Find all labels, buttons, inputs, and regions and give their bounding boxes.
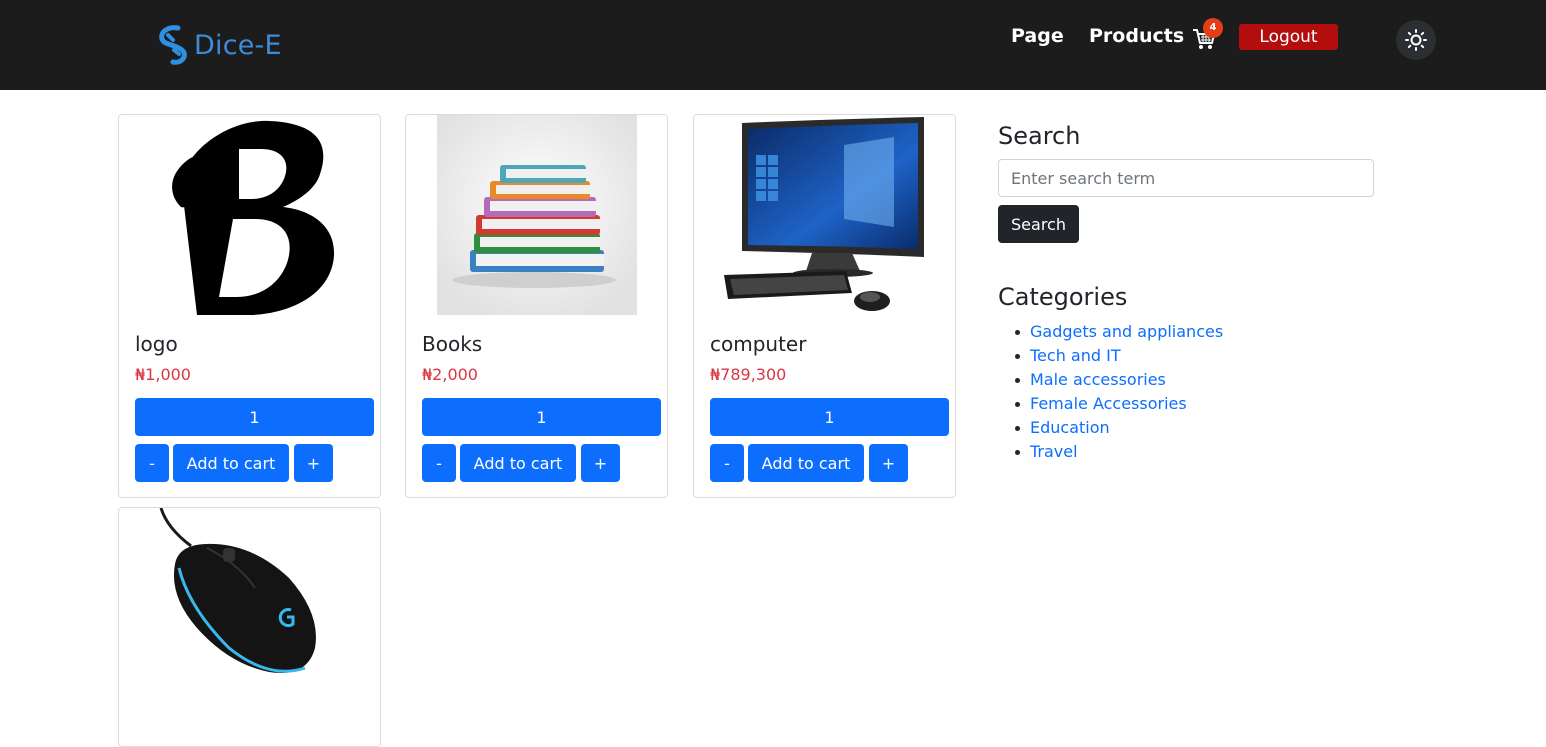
category-item: Gadgets and appliances (998, 321, 1223, 345)
logo-b-image (172, 120, 335, 315)
computer-image (724, 117, 924, 311)
quantity-field[interactable] (710, 398, 949, 436)
category-link[interactable]: Travel (1030, 442, 1078, 461)
add-to-cart-button[interactable]: Add to cart (173, 444, 289, 482)
nav-products-link[interactable]: Products (1089, 25, 1184, 47)
increase-quantity-button[interactable]: + (581, 444, 620, 482)
product-title: Books (422, 332, 483, 356)
decrease-quantity-button[interactable]: - (135, 444, 169, 482)
product-card: computer ₦789,300 - Add to cart + (693, 114, 956, 498)
add-to-cart-button[interactable]: Add to cart (748, 444, 864, 482)
nav-page-link[interactable]: Page (1011, 25, 1064, 47)
category-link[interactable]: Education (1030, 418, 1110, 437)
increase-quantity-button[interactable]: + (869, 444, 908, 482)
decrease-quantity-button[interactable]: - (422, 444, 456, 482)
search-button[interactable]: Search (998, 205, 1079, 243)
categories-heading: Categories (998, 283, 1128, 311)
increase-quantity-button[interactable]: + (294, 444, 333, 482)
brand-s-icon (159, 25, 187, 65)
navbar: Dice-E Page Products 4 Logout (0, 0, 1546, 90)
category-link[interactable]: Tech and IT (1030, 346, 1121, 365)
search-input[interactable] (998, 159, 1374, 197)
add-to-cart-button[interactable]: Add to cart (460, 444, 576, 482)
search-heading: Search (998, 122, 1081, 150)
brand-link[interactable]: Dice-E (154, 24, 282, 66)
product-image (119, 508, 380, 708)
product-card (118, 507, 381, 747)
category-link[interactable]: Male accessories (1030, 370, 1166, 389)
quantity-field[interactable] (135, 398, 374, 436)
category-link[interactable]: Female Accessories (1030, 394, 1187, 413)
product-title: computer (710, 332, 807, 356)
books-image (437, 115, 637, 315)
category-item: Female Accessories (998, 393, 1223, 417)
product-card: logo ₦1,000 - Add to cart + (118, 114, 381, 498)
product-card: Books ₦2,000 - Add to cart + (405, 114, 668, 498)
category-item: Education (998, 417, 1223, 441)
category-item: Tech and IT (998, 345, 1223, 369)
product-price: ₦1,000 (135, 365, 191, 384)
cart-count-badge: 4 (1203, 18, 1223, 38)
product-image (119, 115, 380, 315)
theme-toggle-button[interactable] (1396, 20, 1436, 60)
sun-icon (1405, 29, 1427, 51)
product-image (406, 115, 667, 315)
product-title: logo (135, 332, 178, 356)
category-item: Male accessories (998, 369, 1223, 393)
product-price: ₦789,300 (710, 365, 787, 384)
logout-button[interactable]: Logout (1239, 24, 1338, 50)
mouse-image (159, 508, 316, 673)
categories-list: Gadgets and appliances Tech and IT Male … (998, 321, 1223, 465)
category-link[interactable]: Gadgets and appliances (1030, 322, 1223, 341)
brand-name: Dice-E (194, 29, 282, 61)
quantity-field[interactable] (422, 398, 661, 436)
decrease-quantity-button[interactable]: - (710, 444, 744, 482)
category-item: Travel (998, 441, 1223, 465)
product-price: ₦2,000 (422, 365, 478, 384)
product-image (694, 115, 955, 315)
